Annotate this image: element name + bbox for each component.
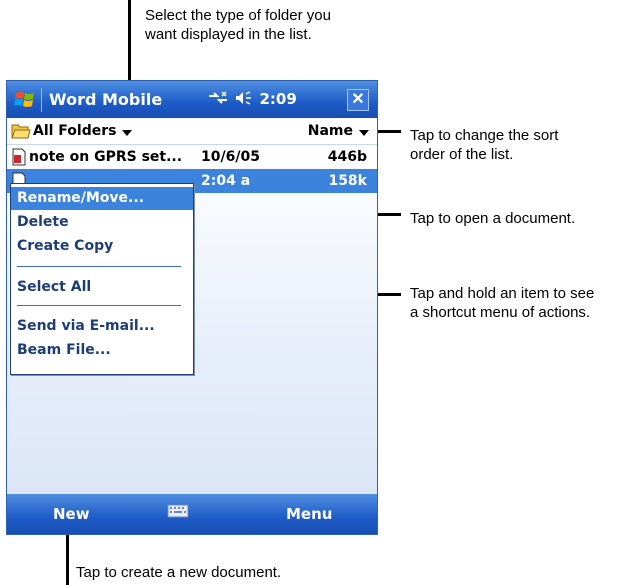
callout-sort-order: Tap to change the sort order of the list… bbox=[410, 126, 558, 164]
word-document-icon bbox=[12, 148, 26, 166]
file-size: 158k bbox=[328, 173, 367, 189]
callout-shortcut-menu-line1: Tap and hold an item to see bbox=[410, 285, 595, 302]
windows-start-icon[interactable] bbox=[13, 88, 37, 112]
menu-button[interactable]: Menu bbox=[286, 505, 332, 523]
menu-item-send-email[interactable]: Send via E-mail... bbox=[11, 315, 193, 338]
callout-folder-type-line2: want displayed in the list. bbox=[145, 26, 312, 43]
menu-separator bbox=[17, 305, 181, 306]
close-button[interactable]: ✕ bbox=[347, 89, 369, 111]
menu-item-label: Select All bbox=[17, 279, 92, 295]
callout-shortcut-menu: Tap and hold an item to see a shortcut m… bbox=[410, 284, 594, 322]
callout-line-new bbox=[66, 532, 69, 585]
file-date: 10/6/05 bbox=[201, 149, 260, 165]
folder-icon bbox=[11, 124, 31, 139]
menu-item-select-all[interactable]: Select All bbox=[11, 276, 193, 299]
file-date: 2:04 a bbox=[201, 173, 251, 189]
callout-open-doc: Tap to open a document. bbox=[410, 210, 576, 227]
menu-item-beam-file[interactable]: Beam File... bbox=[11, 339, 193, 362]
sort-dropdown[interactable]: Name bbox=[308, 121, 369, 141]
callout-sort-order-line2: order of the list. bbox=[410, 146, 514, 163]
menu-separator bbox=[17, 266, 181, 267]
chevron-down-icon bbox=[122, 129, 133, 136]
speaker-icon[interactable] bbox=[234, 90, 254, 106]
callout-shortcut-menu-line2: a shortcut menu of actions. bbox=[410, 304, 591, 321]
file-row[interactable]: note on GPRS set... 10/6/05 446b bbox=[7, 145, 377, 169]
clock-time: 2:09 bbox=[259, 90, 297, 108]
callout-line-folder bbox=[128, 0, 131, 86]
folder-dropdown[interactable]: All Folders bbox=[11, 121, 133, 141]
menu-item-label: Delete bbox=[17, 214, 69, 230]
keyboard-icon[interactable] bbox=[167, 502, 189, 520]
sort-label: Name bbox=[307, 123, 353, 139]
folder-label: All Folders bbox=[33, 123, 117, 139]
app-title: Word Mobile bbox=[49, 90, 163, 109]
list-toolbar: All Folders Name bbox=[7, 118, 377, 145]
connectivity-icon[interactable] bbox=[207, 90, 229, 106]
new-button[interactable]: New bbox=[53, 505, 90, 523]
chevron-down-icon bbox=[359, 129, 369, 136]
status-area[interactable]: 2:09 bbox=[207, 90, 297, 108]
menu-item-create-copy[interactable]: Create Copy bbox=[11, 235, 193, 258]
menu-item-delete[interactable]: Delete bbox=[11, 211, 193, 234]
menu-item-label: Send via E-mail... bbox=[17, 318, 155, 334]
callout-folder-type-line1: Select the type of folder you bbox=[145, 7, 331, 24]
title-separator bbox=[41, 88, 42, 112]
callout-new-doc: Tap to create a new document. bbox=[76, 564, 282, 581]
menu-item-label: Beam File... bbox=[17, 342, 111, 358]
pocket-pc-screen: Word Mobile 2:09 ✕ All Folders Name note… bbox=[6, 80, 378, 535]
file-size: 446b bbox=[327, 149, 367, 165]
menu-item-label: Rename/Move... bbox=[17, 190, 145, 206]
menu-item-rename-move[interactable]: Rename/Move... bbox=[11, 187, 193, 210]
context-menu: Rename/Move... Delete Create Copy Select… bbox=[10, 183, 194, 375]
callout-folder-type: Select the type of folder you want displ… bbox=[145, 6, 331, 44]
title-bar: Word Mobile 2:09 ✕ bbox=[7, 81, 377, 118]
file-name: note on GPRS set... bbox=[29, 149, 183, 165]
menu-item-label: Create Copy bbox=[17, 238, 114, 254]
command-bar: New Menu bbox=[7, 494, 377, 534]
callout-sort-order-line1: Tap to change the sort bbox=[410, 127, 559, 144]
